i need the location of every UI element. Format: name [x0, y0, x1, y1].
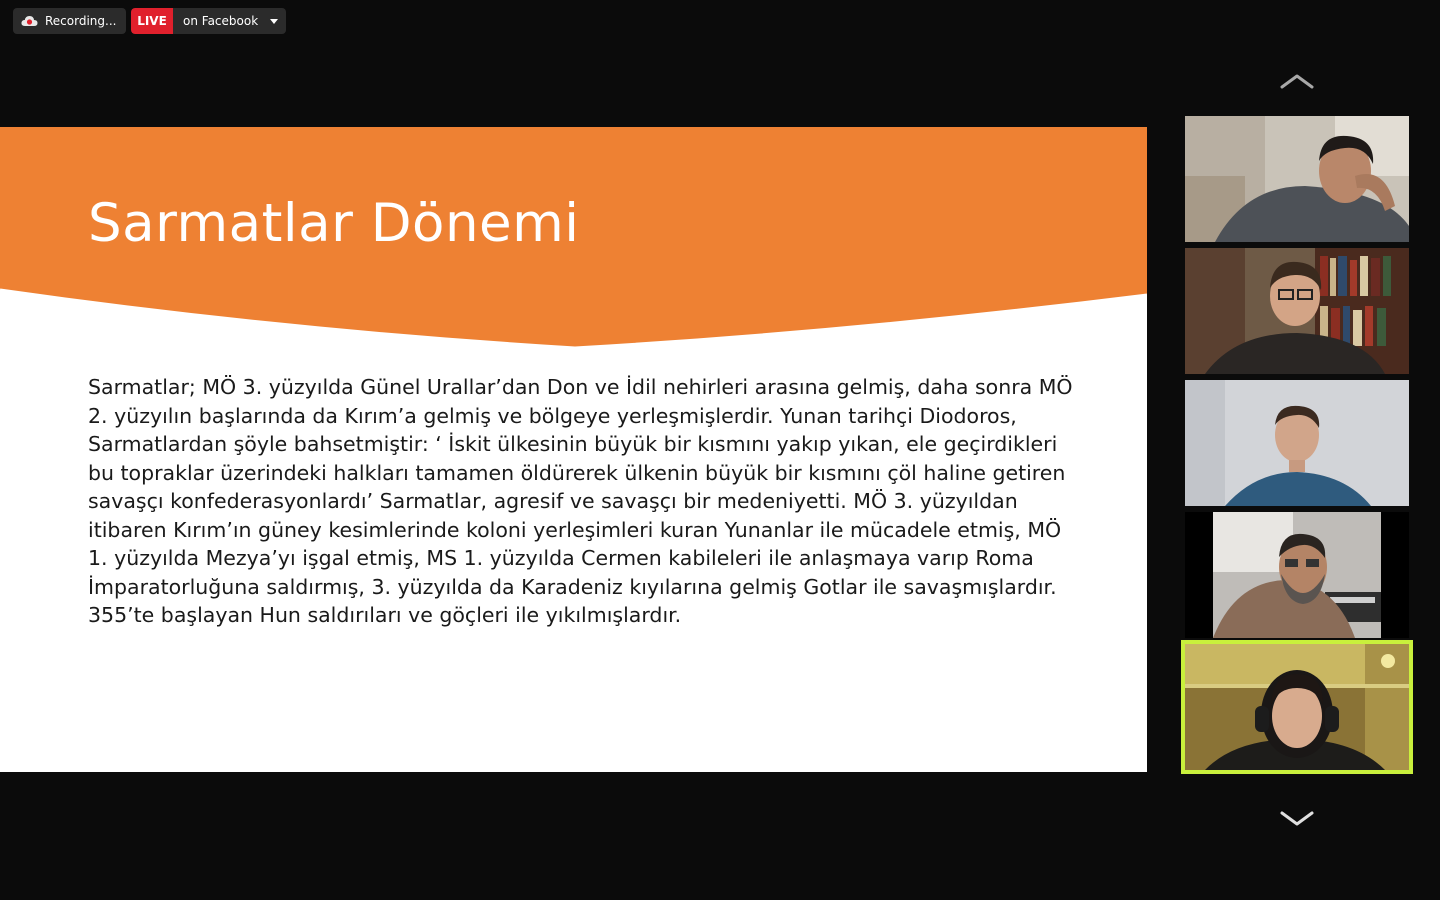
participant-video-tile[interactable]: [1185, 512, 1409, 638]
slide-header-banner: Sarmatlar Dönemi: [0, 127, 1147, 357]
participant-video-tile[interactable]: [1185, 116, 1409, 242]
slide-title: Sarmatlar Dönemi: [88, 193, 580, 254]
chevron-down-icon[interactable]: [270, 18, 278, 24]
recording-label: Recording...: [45, 14, 117, 28]
recording-indicator[interactable]: Recording...: [13, 8, 126, 34]
chevron-up-icon[interactable]: [1280, 72, 1314, 90]
live-target-label: on Facebook: [183, 14, 259, 28]
live-badge: LIVE: [131, 8, 173, 34]
shared-screen-slide: Sarmatlar Dönemi Sarmatlar; MÖ 3. yüzyıl…: [0, 127, 1147, 772]
slide-body-text: Sarmatlar; MÖ 3. yüzyılda Günel Urallar’…: [88, 375, 1073, 627]
cloud-recording-icon: [21, 15, 38, 27]
live-stream-indicator[interactable]: LIVE on Facebook: [131, 8, 286, 34]
participant-video-tile[interactable]: [1185, 248, 1409, 374]
active-speaker-video-tile[interactable]: [1181, 640, 1413, 774]
meeting-top-bar: Recording... LIVE on Facebook: [0, 0, 1440, 44]
chevron-down-icon[interactable]: [1280, 810, 1314, 828]
participant-video-tile[interactable]: [1185, 380, 1409, 506]
